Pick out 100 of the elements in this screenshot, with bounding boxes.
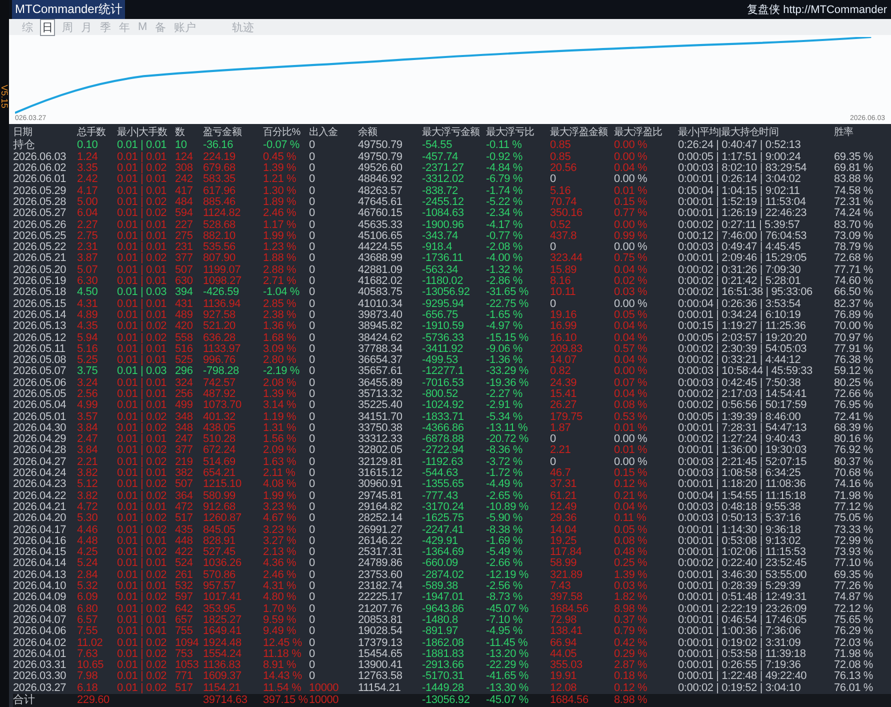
count-cell-text: 227 [175,220,194,231]
lot-range-cell-text: 0.01 | 0.02 [117,570,168,581]
win-rate-cell-text: 75.65 % [834,614,874,626]
lots-cell-text: 3.82 [77,490,99,502]
count-cell-text: 597 [175,592,194,604]
percent-cell-text: 2.08 % [263,378,298,389]
balance-cell-text: 17379.13 [358,638,404,649]
percent-cell-text: 11.54 % [263,682,302,694]
pnl-cell-text: 521.20 [203,321,236,332]
period-tab[interactable]: 备 [154,20,168,34]
max-loss-percent-cell-text: -1.32 % [486,264,524,276]
max-gain-cell-text: 66.94 [550,638,578,649]
max-gain-percent-cell-text: 0.04 % [614,264,648,276]
deposit-cell-text: 0 [309,152,316,163]
column-header: 最小|大手数 [117,126,168,140]
total-label: 合计 [13,694,36,707]
max-gain-cell-text: 29.36 [550,513,578,525]
pnl-cell-text: 1098.27 [203,276,242,288]
column-header: 最大浮盈金额 [550,126,609,140]
hold-time-cell-text: 0:00:01 | 0:26:55 | 7:19:36 [678,660,801,672]
lots-cell-text: 7.55 [77,626,99,638]
win-rate-cell-text: 80.25 % [834,378,874,389]
deposit-cell-text: 0 [309,321,316,332]
percent-cell-text: -2.19 % [263,366,301,378]
lot-range-cell-text: 0.01 | 0.02 [117,638,168,649]
max-gain-cell-text: 321.89 [550,570,584,581]
lots-cell-text: 5.94 [77,332,99,344]
period-tab[interactable]: 综 [21,20,34,34]
hold-time-cell-text: 0:00:03 | 0:49:47 | 4:45:45 [678,242,801,254]
deposit-cell-text: 0 [309,378,316,389]
win-rate-cell-text: 74.24 % [834,208,874,220]
hold-time-cell-text: 0:00:03 | 1:08:58 | 6:34:25 [678,468,801,480]
max-gain-percent-cell-text: 0.02 % [614,276,648,288]
lots-cell-text: 5.25 [77,355,99,366]
pnl-cell-text: 1124.82 [203,208,242,220]
period-tab[interactable]: 年 [118,20,131,34]
hold-time-cell-text: 0:26:24 | 0:40:47 | 0:52:13 [678,140,802,152]
max-gain-cell-text: 14.07 [550,355,578,366]
date-cell-text: 2026.05.26 [13,220,68,231]
max-loss-percent-cell-text: -19.36 % [486,378,530,389]
win-rate-cell-text: 72.08 % [834,660,874,672]
max-loss-percent-cell-text: -2.86 % [486,276,523,288]
lots-cell-text: 4.50 [77,287,99,299]
count-cell-text: 507 [175,264,194,276]
percent-cell-text: 1.99 % [263,230,298,242]
max-loss-percent-cell-text: -4.49 % [486,479,524,491]
max-gain-cell-text: 10.11 [550,287,577,299]
max-loss-percent-cell-text: -2.56 % [486,581,524,592]
balance-cell-text: 12763.58 [358,671,404,683]
hold-time-cell-text: 0:00:01 | 1:02:06 | 11:15:53 [678,547,806,558]
max-loss-percent-cell-text: -0.11 % [486,140,523,152]
lots-cell-text: 2.21 [77,456,99,468]
period-tab[interactable]: M [137,21,148,33]
lots-cell-text: 2.56 [77,388,99,400]
hold-time-cell-text: 0:00:03 | 0:50:13 | 5:37:16 [678,513,802,525]
pnl-cell-text: 528.68 [203,220,236,231]
max-loss-cell-text: -1736.11 [422,253,464,265]
deposit-cell-text: 0 [309,570,316,581]
lots-cell-text: 4.35 [77,321,99,332]
percent-cell-text: 1.30 % [263,186,298,197]
deposit-cell-text: 0 [309,524,316,536]
lot-range-cell-text: 0.01 | 0.02 [117,479,168,491]
pnl-cell-text: 1154.21 [203,682,242,694]
column-header: 百分比% [263,126,302,140]
period-tab[interactable]: 周 [61,20,74,34]
lot-range-cell-text: 0.01 | 0.02 [117,412,168,423]
count-cell-text: 377 [175,253,194,265]
period-tab[interactable]: 月 [80,20,93,34]
hold-time-cell-text: 0:00:01 | 1:52:19 | 11:53:04 [678,196,807,208]
date-cell-text: 2026.04.14 [13,558,68,570]
max-loss-cell-text: -891.97 [422,626,459,638]
max-loss-percent-cell-text: -8.36 % [486,445,524,457]
balance-cell-text: 38945.82 [358,321,404,332]
pnl-cell-text: 1136.83 [203,660,242,672]
win-rate-cell-text: 74.87 % [834,592,874,604]
max-gain-percent-cell-text: 0.00 % [614,366,648,378]
balance-cell-text: 19028.54 [358,626,404,638]
percent-cell-text: 1.23 % [263,242,298,254]
lot-range-cell-text: 0.01 | 0.01 [117,298,168,310]
percent-cell-text: 9.59 % [263,614,298,626]
lot-range-cell-text: 0.01 | 0.01 [117,220,168,231]
max-gain-percent-cell-text: 0.03 % [614,287,648,299]
balance-cell-text: 29164.82 [358,502,404,513]
deposit-cell-text: 0 [309,648,316,660]
lot-range-cell-text: 0.01 | 0.02 [117,490,168,502]
max-gain-percent-cell-text: 0.57 % [614,344,648,355]
period-tab[interactable]: 轨迹 [231,20,256,34]
period-tab[interactable]: 账户 [173,20,198,34]
period-tab[interactable]: 日 [40,18,55,36]
max-loss-cell-text: -5170.31 [422,671,465,683]
max-gain-cell-text: 7.43 [550,581,571,592]
column-header: 最小|平均|最大持仓时间 [678,126,780,140]
percent-cell-text: 1.88 % [263,253,298,265]
max-loss-cell-text: -429.91 [422,536,459,547]
max-gain-percent-cell-text: 0.18 % [614,671,648,683]
total-cell-text: 39714.63 [203,694,248,707]
brand-link[interactable]: 复盘侠 http://MTCommander [747,2,887,17]
max-gain-percent-cell-text: 0.21 % [614,490,648,502]
max-gain-cell-text: 12.49 [550,502,578,513]
period-tab[interactable]: 季 [99,20,112,34]
